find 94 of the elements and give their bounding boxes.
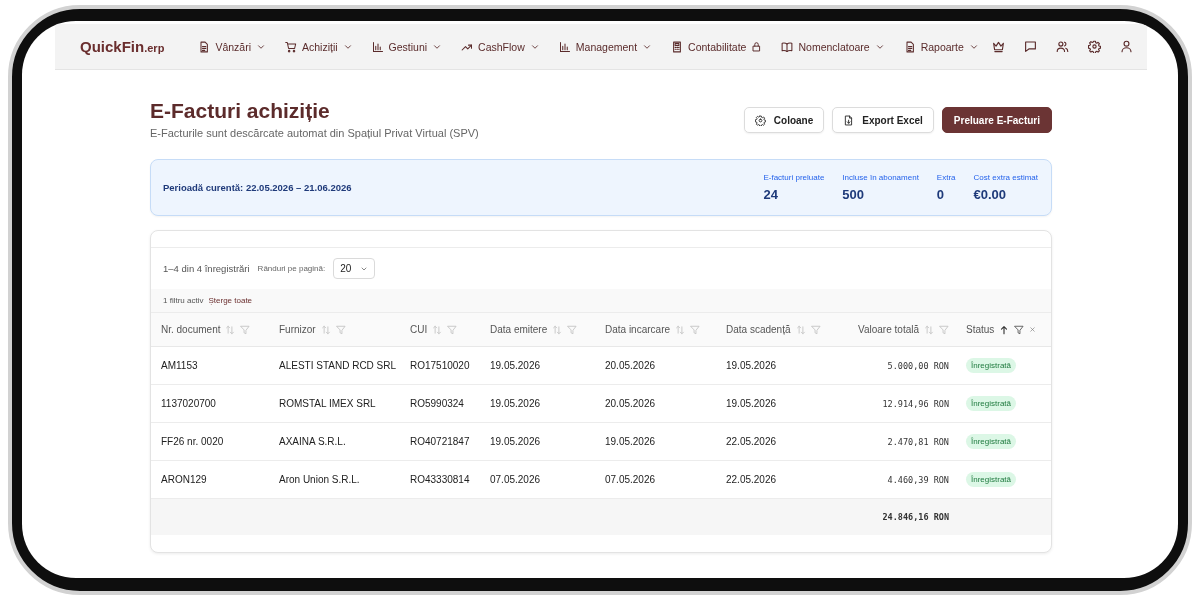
stat-label: Cost extra estimat [973, 173, 1038, 182]
bar-chart-icon [371, 40, 384, 53]
cart-icon [285, 40, 297, 53]
table-cell: 12.914,96 RON [882, 398, 949, 409]
stat-value: 500 [842, 187, 866, 202]
status-badge: Înregistrată [966, 358, 1017, 373]
table-cell: 19.05.2026 [490, 436, 541, 447]
table-cell: 20.05.2026 [605, 360, 656, 371]
table-cell: 20.05.2026 [605, 398, 656, 409]
total-amount: 24.846,16 RON [882, 512, 949, 522]
sort-icon[interactable] [552, 324, 563, 335]
page-size-select[interactable]: 20 [333, 258, 376, 279]
nav-menu-item[interactable]: Gestiuni [371, 40, 443, 53]
toolbar-button[interactable]: Export Excel [832, 107, 934, 133]
nav-menu-item[interactable]: Management [558, 40, 653, 53]
table-cell: 19.05.2026 [726, 398, 777, 409]
table-cell: 1137020700 [161, 398, 216, 409]
table-cell: 19.05.2026 [490, 360, 541, 371]
clear-filter-icon[interactable] [1029, 326, 1037, 333]
message-icon[interactable] [1024, 40, 1037, 53]
table-cell: 19.05.2026 [605, 436, 656, 447]
column-header[interactable]: CUI [410, 324, 428, 335]
calculator-icon [671, 40, 684, 53]
table-cell: AXAINA S.R.L. [279, 436, 346, 447]
document-icon [198, 40, 211, 53]
settings-icon [754, 114, 766, 126]
column-header[interactable]: Status [966, 324, 995, 335]
column-header[interactable]: Data emitere [490, 324, 548, 335]
lock-icon [751, 41, 763, 52]
table-cell: AM1153 [161, 360, 198, 371]
users-icon[interactable] [1056, 40, 1069, 53]
table-cell: RO43330814 [410, 474, 470, 485]
clear-filters-link[interactable]: Șterge toate [208, 296, 253, 305]
status-badge: Înregistrată [966, 434, 1017, 449]
table-cell: ARON129 [161, 474, 207, 485]
table-cell: 5.000,00 RON [887, 360, 949, 371]
nav-menu-item[interactable]: CashFlow [461, 40, 540, 53]
nav-menu-item[interactable]: Rapoarte [903, 40, 979, 53]
table-cell: RO17510020 [410, 360, 470, 371]
active-filter-count: 1 filtru activ [163, 296, 204, 305]
sort-icon[interactable] [320, 324, 331, 335]
table-cell: RO40721847 [410, 436, 470, 447]
file-download-icon [843, 114, 855, 126]
column-header[interactable]: Nr. document [161, 324, 221, 335]
table-cell: 22.05.2026 [726, 474, 777, 485]
sort-ascending-icon[interactable] [999, 324, 1010, 335]
table-cell: Aron Union S.R.L. [279, 474, 360, 485]
sort-icon[interactable] [432, 324, 443, 335]
column-header[interactable]: Data incarcare [605, 324, 671, 335]
sort-icon[interactable] [924, 324, 934, 335]
nav-menu-item[interactable]: Nomenclatoare [781, 40, 885, 53]
book-icon [781, 40, 794, 53]
table-cell: 19.05.2026 [490, 398, 541, 409]
settings-icon[interactable] [1088, 40, 1101, 53]
table-cell: 07.05.2026 [605, 474, 656, 485]
page-subtitle: E-Facturile sunt descărcate automat din Spațiul Privat Virtual (SPV) [150, 127, 479, 139]
crown-icon[interactable] [992, 40, 1005, 53]
current-period: Perioadă curentă: 22.05.2026 – 21.06.2026 [163, 182, 352, 193]
table-cell: 07.05.2026 [490, 474, 541, 485]
status-badge: Înregistrată [966, 396, 1017, 411]
nav-menu-item[interactable]: Contabilitate [671, 40, 763, 53]
app-logo[interactable]: QuickFin.erp [80, 38, 165, 55]
table-cell: 2.470,81 RON [887, 436, 949, 447]
stat-value: 24 [763, 187, 779, 202]
user-icon[interactable] [1120, 40, 1133, 53]
table-cell: FF26 nr. 0020 [161, 436, 224, 447]
stat-label: E-facturi preluate [763, 173, 825, 182]
stat-value: €0.00 [973, 187, 1008, 202]
primary-button[interactable]: Preluare E-Facturi [941, 107, 1052, 133]
table-cell: ROMSTAL IMEX SRL [279, 398, 376, 409]
record-count: 1–4 din 4 înregistrări [163, 263, 250, 274]
document-icon [903, 40, 916, 53]
rows-per-page-label: Rânduri pe pagină: [257, 264, 326, 273]
column-header[interactable]: Valoare totală [858, 324, 919, 335]
toolbar-button[interactable]: Coloane [743, 107, 825, 133]
sort-icon[interactable] [225, 324, 236, 335]
bar-chart-icon [558, 40, 571, 53]
column-header[interactable]: Data scadență [726, 324, 791, 335]
table-cell: RO5990324 [410, 398, 464, 409]
stat-label: Extra [936, 173, 956, 182]
status-badge: Înregistrată [966, 472, 1017, 487]
sort-icon[interactable] [795, 324, 806, 335]
page-title: E-Facturi achiziție [150, 98, 331, 124]
sort-icon[interactable] [675, 324, 686, 335]
table-cell: 19.05.2026 [726, 360, 777, 371]
stat-value: 0 [936, 187, 946, 202]
table-cell: ALESTI STAND RCD SRL [279, 360, 397, 371]
filter-icon[interactable] [1014, 324, 1025, 335]
nav-menu-item[interactable]: Achiziții [285, 40, 353, 53]
stat-label: Incluse în abonament [842, 173, 919, 182]
table-cell: 22.05.2026 [726, 436, 777, 447]
table-cell: 4.460,39 RON [887, 474, 949, 485]
column-header[interactable]: Furnizor [279, 324, 316, 335]
nav-menu-item[interactable]: Vânzări [198, 40, 266, 53]
